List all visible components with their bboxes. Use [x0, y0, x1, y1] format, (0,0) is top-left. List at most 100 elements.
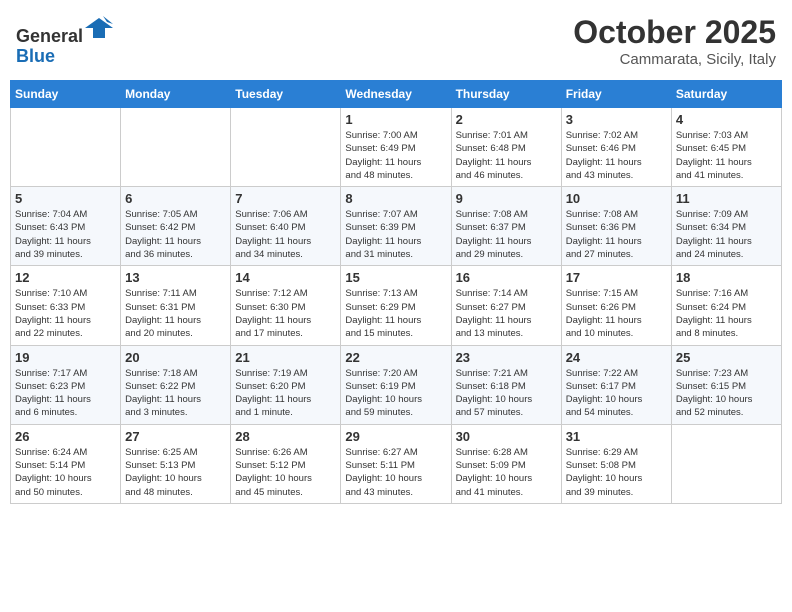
- day-info: Sunrise: 7:17 AM Sunset: 6:23 PM Dayligh…: [15, 367, 116, 420]
- day-cell: 24 Sunrise: 7:22 AM Sunset: 6:17 PM Dayli…: [561, 345, 671, 424]
- location: Cammarata, Sicily, Italy: [573, 51, 776, 68]
- day-number: 14: [235, 270, 336, 285]
- day-info: Sunrise: 7:21 AM Sunset: 6:18 PM Dayligh…: [456, 367, 557, 420]
- day-info: Sunrise: 7:07 AM Sunset: 6:39 PM Dayligh…: [345, 208, 446, 261]
- day-info: Sunrise: 7:08 AM Sunset: 6:36 PM Dayligh…: [566, 208, 667, 261]
- day-cell: 18 Sunrise: 7:16 AM Sunset: 6:24 PM Dayli…: [671, 266, 781, 345]
- day-info: Sunrise: 6:28 AM Sunset: 5:09 PM Dayligh…: [456, 446, 557, 499]
- day-number: 29: [345, 429, 446, 444]
- day-number: 21: [235, 350, 336, 365]
- weekday-header-saturday: Saturday: [671, 81, 781, 108]
- day-cell: 10 Sunrise: 7:08 AM Sunset: 6:36 PM Dayli…: [561, 187, 671, 266]
- day-cell: 4Sunrise: 7:03 AM Sunset: 6:45 PM Daylig…: [671, 108, 781, 187]
- week-row-2: 5 Sunrise: 7:04 AM Sunset: 6:43 PM Daylig…: [11, 187, 782, 266]
- day-info: Sunrise: 7:14 AM Sunset: 6:27 PM Dayligh…: [456, 287, 557, 340]
- day-info: Sunrise: 6:29 AM Sunset: 5:08 PM Dayligh…: [566, 446, 667, 499]
- logo: General Blue: [16, 14, 113, 67]
- day-cell: 7Sunrise: 7:06 AM Sunset: 6:40 PM Daylig…: [231, 187, 341, 266]
- day-info: Sunrise: 7:19 AM Sunset: 6:20 PM Dayligh…: [235, 367, 336, 420]
- day-cell: 5 Sunrise: 7:04 AM Sunset: 6:43 PM Daylig…: [11, 187, 121, 266]
- logo-bird-icon: [85, 14, 113, 42]
- day-number: 30: [456, 429, 557, 444]
- day-info: Sunrise: 7:04 AM Sunset: 6:43 PM Dayligh…: [15, 208, 116, 261]
- day-number: 5: [15, 191, 116, 206]
- day-number: 24: [566, 350, 667, 365]
- day-number: 20: [125, 350, 226, 365]
- day-number: 1: [345, 112, 446, 127]
- week-row-1: 1 Sunrise: 7:00 AM Sunset: 6:49 PM Daylig…: [11, 108, 782, 187]
- calendar-table: SundayMondayTuesdayWednesdayThursdayFrid…: [10, 80, 782, 504]
- day-info: Sunrise: 6:27 AM Sunset: 5:11 PM Dayligh…: [345, 446, 446, 499]
- week-row-3: 12 Sunrise: 7:10 AM Sunset: 6:33 PM Dayli…: [11, 266, 782, 345]
- month-title: October 2025: [573, 14, 776, 51]
- day-cell: 23Sunrise: 7:21 AM Sunset: 6:18 PM Dayli…: [451, 345, 561, 424]
- day-info: Sunrise: 7:12 AM Sunset: 6:30 PM Dayligh…: [235, 287, 336, 340]
- day-info: Sunrise: 7:05 AM Sunset: 6:42 PM Dayligh…: [125, 208, 226, 261]
- day-number: 15: [345, 270, 446, 285]
- day-cell: 16 Sunrise: 7:14 AM Sunset: 6:27 PM Dayli…: [451, 266, 561, 345]
- day-cell: [11, 108, 121, 187]
- weekday-header-tuesday: Tuesday: [231, 81, 341, 108]
- day-number: 16: [456, 270, 557, 285]
- day-info: Sunrise: 7:16 AM Sunset: 6:24 PM Dayligh…: [676, 287, 777, 340]
- day-cell: 19Sunrise: 7:17 AM Sunset: 6:23 PM Dayli…: [11, 345, 121, 424]
- weekday-header-wednesday: Wednesday: [341, 81, 451, 108]
- day-info: Sunrise: 7:01 AM Sunset: 6:48 PM Dayligh…: [456, 129, 557, 182]
- day-number: 31: [566, 429, 667, 444]
- day-number: 26: [15, 429, 116, 444]
- day-cell: 12 Sunrise: 7:10 AM Sunset: 6:33 PM Dayli…: [11, 266, 121, 345]
- day-cell: 25Sunrise: 7:23 AM Sunset: 6:15 PM Dayli…: [671, 345, 781, 424]
- day-cell: 3 Sunrise: 7:02 AM Sunset: 6:46 PM Daylig…: [561, 108, 671, 187]
- day-number: 3: [566, 112, 667, 127]
- weekday-header-thursday: Thursday: [451, 81, 561, 108]
- day-number: 10: [566, 191, 667, 206]
- page-header: General Blue October 2025 Cammarata, Sic…: [10, 10, 782, 72]
- day-cell: 2Sunrise: 7:01 AM Sunset: 6:48 PM Daylig…: [451, 108, 561, 187]
- day-cell: 14 Sunrise: 7:12 AM Sunset: 6:30 PM Dayli…: [231, 266, 341, 345]
- day-info: Sunrise: 7:08 AM Sunset: 6:37 PM Dayligh…: [456, 208, 557, 261]
- day-info: Sunrise: 7:11 AM Sunset: 6:31 PM Dayligh…: [125, 287, 226, 340]
- day-cell: 15 Sunrise: 7:13 AM Sunset: 6:29 PM Dayli…: [341, 266, 451, 345]
- day-number: 28: [235, 429, 336, 444]
- day-cell: 11Sunrise: 7:09 AM Sunset: 6:34 PM Dayli…: [671, 187, 781, 266]
- logo-general: General: [16, 26, 83, 46]
- day-cell: [231, 108, 341, 187]
- day-number: 17: [566, 270, 667, 285]
- day-info: Sunrise: 7:00 AM Sunset: 6:49 PM Dayligh…: [345, 129, 446, 182]
- day-cell: 31 Sunrise: 6:29 AM Sunset: 5:08 PM Dayli…: [561, 424, 671, 503]
- day-info: Sunrise: 7:09 AM Sunset: 6:34 PM Dayligh…: [676, 208, 777, 261]
- day-cell: 27Sunrise: 6:25 AM Sunset: 5:13 PM Dayli…: [121, 424, 231, 503]
- day-number: 7: [235, 191, 336, 206]
- weekday-header-friday: Friday: [561, 81, 671, 108]
- day-cell: [671, 424, 781, 503]
- day-cell: 26Sunrise: 6:24 AM Sunset: 5:14 PM Dayli…: [11, 424, 121, 503]
- day-info: Sunrise: 7:13 AM Sunset: 6:29 PM Dayligh…: [345, 287, 446, 340]
- day-number: 13: [125, 270, 226, 285]
- day-number: 18: [676, 270, 777, 285]
- weekday-header-sunday: Sunday: [11, 81, 121, 108]
- day-cell: 1 Sunrise: 7:00 AM Sunset: 6:49 PM Daylig…: [341, 108, 451, 187]
- day-number: 22: [345, 350, 446, 365]
- day-cell: 28 Sunrise: 6:26 AM Sunset: 5:12 PM Dayli…: [231, 424, 341, 503]
- day-cell: 21 Sunrise: 7:19 AM Sunset: 6:20 PM Dayli…: [231, 345, 341, 424]
- day-info: Sunrise: 6:26 AM Sunset: 5:12 PM Dayligh…: [235, 446, 336, 499]
- day-number: 8: [345, 191, 446, 206]
- day-number: 9: [456, 191, 557, 206]
- day-info: Sunrise: 7:15 AM Sunset: 6:26 PM Dayligh…: [566, 287, 667, 340]
- day-info: Sunrise: 6:25 AM Sunset: 5:13 PM Dayligh…: [125, 446, 226, 499]
- week-row-4: 19Sunrise: 7:17 AM Sunset: 6:23 PM Dayli…: [11, 345, 782, 424]
- day-cell: 29 Sunrise: 6:27 AM Sunset: 5:11 PM Dayli…: [341, 424, 451, 503]
- day-info: Sunrise: 7:10 AM Sunset: 6:33 PM Dayligh…: [15, 287, 116, 340]
- day-cell: 13 Sunrise: 7:11 AM Sunset: 6:31 PM Dayli…: [121, 266, 231, 345]
- day-info: Sunrise: 7:03 AM Sunset: 6:45 PM Dayligh…: [676, 129, 777, 182]
- day-info: Sunrise: 7:02 AM Sunset: 6:46 PM Dayligh…: [566, 129, 667, 182]
- day-cell: 9 Sunrise: 7:08 AM Sunset: 6:37 PM Daylig…: [451, 187, 561, 266]
- day-info: Sunrise: 7:18 AM Sunset: 6:22 PM Dayligh…: [125, 367, 226, 420]
- day-number: 25: [676, 350, 777, 365]
- day-cell: [121, 108, 231, 187]
- day-number: 12: [15, 270, 116, 285]
- weekday-header-monday: Monday: [121, 81, 231, 108]
- day-info: Sunrise: 7:22 AM Sunset: 6:17 PM Dayligh…: [566, 367, 667, 420]
- day-cell: 8 Sunrise: 7:07 AM Sunset: 6:39 PM Daylig…: [341, 187, 451, 266]
- day-cell: 6Sunrise: 7:05 AM Sunset: 6:42 PM Daylig…: [121, 187, 231, 266]
